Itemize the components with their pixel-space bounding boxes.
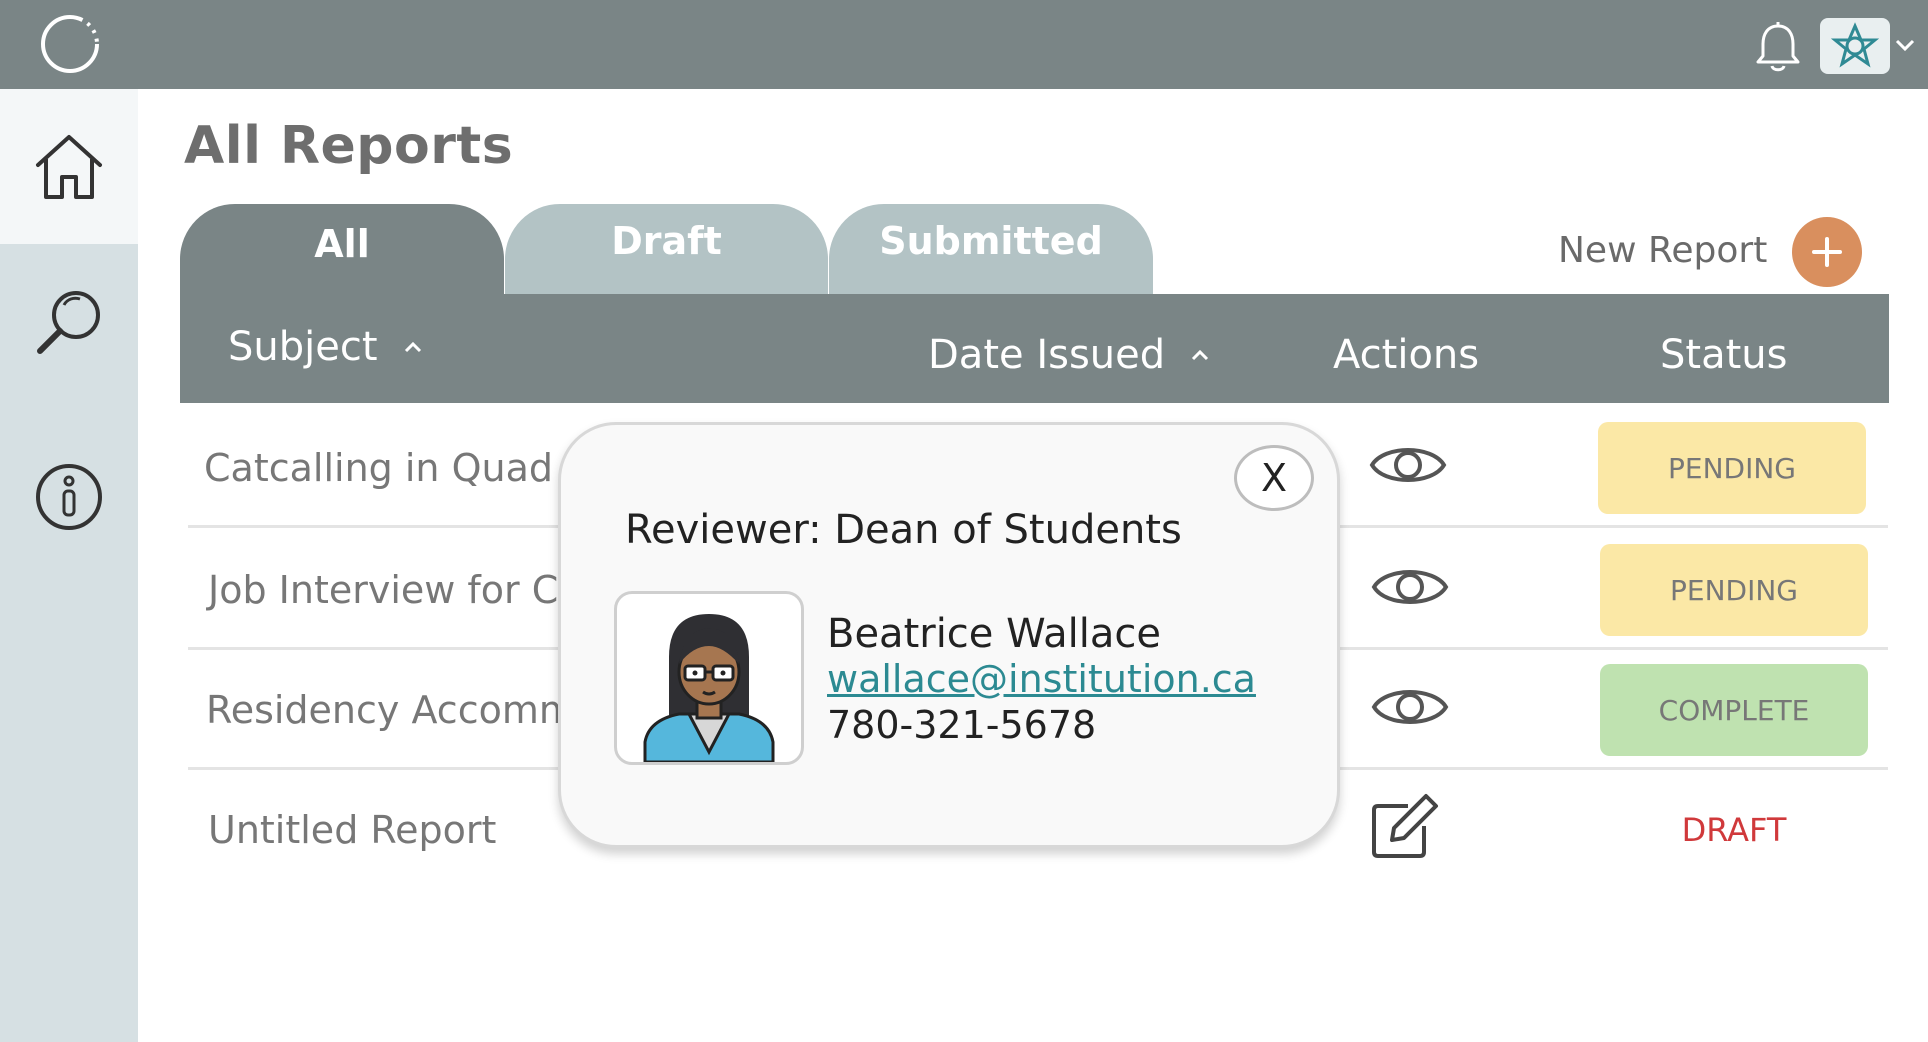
eye-icon xyxy=(1369,448,1447,482)
row-subject: Job Interview for CS xyxy=(208,568,583,612)
column-subject-label: Subject xyxy=(228,324,378,370)
column-header-status: Status xyxy=(1660,332,1787,378)
column-header-subject[interactable]: Subject xyxy=(228,324,426,370)
column-status-label: Status xyxy=(1660,332,1788,378)
reviewer-phone: 780-321-5678 xyxy=(827,703,1097,747)
view-report-button[interactable] xyxy=(1370,672,1450,742)
page-title: All Reports xyxy=(184,116,514,176)
status-badge: PENDING xyxy=(1600,544,1868,636)
reviewer-avatar-icon xyxy=(643,614,775,762)
user-avatar-button[interactable] xyxy=(1820,18,1890,74)
tab-draft[interactable]: Draft xyxy=(505,204,828,294)
app-logo-icon[interactable] xyxy=(38,12,102,76)
status-badge: COMPLETE xyxy=(1600,664,1868,756)
chevron-down-icon[interactable] xyxy=(1892,32,1918,58)
table-header: Subject Date Issued Actions Status xyxy=(180,294,1889,403)
sort-ascending-icon xyxy=(1192,349,1209,361)
new-report-label[interactable]: New Report xyxy=(1558,230,1767,271)
close-button[interactable]: X xyxy=(1234,445,1314,511)
home-icon xyxy=(36,134,102,199)
row-subject: Residency Accomm xyxy=(206,688,576,732)
eye-icon xyxy=(1371,570,1449,604)
row-subject: Catcalling in Quad xyxy=(204,446,553,490)
column-header-date-issued[interactable]: Date Issued xyxy=(928,332,1213,378)
status-badge: DRAFT xyxy=(1681,811,1787,849)
column-actions-label: Actions xyxy=(1333,332,1480,378)
reviewer-name: Beatrice Wallace xyxy=(827,611,1161,657)
column-header-actions: Actions xyxy=(1333,332,1479,378)
view-report-button[interactable] xyxy=(1370,552,1450,622)
sidebar-item-search[interactable] xyxy=(0,244,138,399)
row-subject: Untitled Report xyxy=(208,808,497,852)
tab-all[interactable]: All xyxy=(180,204,504,300)
top-bar xyxy=(0,0,1928,89)
status-badge: PENDING xyxy=(1598,422,1866,514)
eye-icon xyxy=(1371,690,1449,724)
tab-all-label: All xyxy=(314,222,370,266)
notification-bell-icon[interactable] xyxy=(1752,20,1804,74)
user-avatar-icon xyxy=(1831,22,1879,68)
popup-title: Reviewer: Dean of Students xyxy=(625,507,1182,553)
info-icon xyxy=(36,463,102,530)
sidebar xyxy=(0,89,138,1042)
tab-submitted-label: Submitted xyxy=(879,219,1103,263)
new-report-button[interactable] xyxy=(1792,217,1862,287)
tab-draft-label: Draft xyxy=(611,219,722,263)
sidebar-item-home[interactable] xyxy=(0,89,138,244)
plus-icon xyxy=(1812,237,1842,267)
reviewer-popup: X Reviewer: Dean of Students Beatrice Wa… xyxy=(558,422,1340,848)
edit-icon xyxy=(1372,794,1438,858)
search-icon xyxy=(37,290,100,354)
reviewer-avatar xyxy=(614,591,804,765)
column-date-label: Date Issued xyxy=(928,332,1166,378)
reviewer-email-link[interactable]: wallace@institution.ca xyxy=(827,657,1256,701)
tab-submitted[interactable]: Submitted xyxy=(829,204,1153,294)
sort-ascending-icon xyxy=(404,341,421,353)
view-report-button[interactable] xyxy=(1368,430,1448,500)
sidebar-item-info[interactable] xyxy=(0,419,138,574)
edit-report-button[interactable] xyxy=(1366,792,1446,862)
